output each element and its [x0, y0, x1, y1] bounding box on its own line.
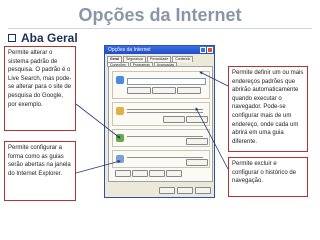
close-icon [207, 47, 213, 53]
group-history [112, 102, 210, 126]
search-icon [116, 134, 124, 142]
colors-button [115, 170, 131, 177]
tabs-text-line [127, 157, 203, 158]
dialog-body [108, 66, 213, 182]
note-tabs-config: Permite configurar a forma como as guias… [4, 141, 76, 201]
bullet-item: Aba Geral [8, 31, 78, 45]
dialog-title: Opções da Internet [108, 47, 151, 53]
apply-button [195, 187, 211, 194]
languages-button [132, 170, 148, 177]
help-icon [200, 47, 206, 53]
search-settings-button [186, 138, 208, 145]
slide-title: Opções da Internet [78, 5, 242, 25]
group-search [112, 129, 210, 147]
dialog-footer [157, 187, 211, 194]
tabs-icon [116, 155, 124, 163]
ok-button [159, 187, 175, 194]
cancel-button [177, 187, 193, 194]
group-home-page [112, 71, 210, 99]
note-search-provider: Permite alterar o sistema padrão de pesq… [4, 46, 76, 131]
dialog-tabs: Geral Segurança Privacidade Conteúdo Con… [105, 54, 214, 67]
history-icon [116, 107, 124, 115]
fonts-button [149, 170, 165, 177]
note-home-page: Permite definir um ou mais endereços pad… [228, 66, 308, 152]
title-divider [8, 28, 312, 29]
dialog-titlebar: Opções da Internet [105, 46, 214, 54]
history-settings-button [186, 116, 208, 123]
use-current-button [127, 87, 151, 94]
tabs-settings-button [186, 159, 208, 166]
home-page-icon [116, 76, 124, 84]
group-tabs [112, 150, 210, 168]
history-text-line [127, 109, 203, 110]
search-text-line [127, 136, 203, 137]
use-blank-button [177, 87, 201, 94]
history-text-line [127, 112, 203, 113]
internet-options-screenshot: Opções da Internet Geral Segurança Priva… [104, 45, 215, 198]
bullet-label: Aba Geral [21, 31, 78, 45]
accessibility-button [166, 170, 182, 177]
home-page-field [127, 78, 206, 85]
square-bullet-icon [8, 34, 16, 42]
delete-history-button [163, 116, 185, 123]
note-history: Permite excluir e configurar o histórico… [228, 157, 308, 197]
use-default-button [152, 87, 176, 94]
